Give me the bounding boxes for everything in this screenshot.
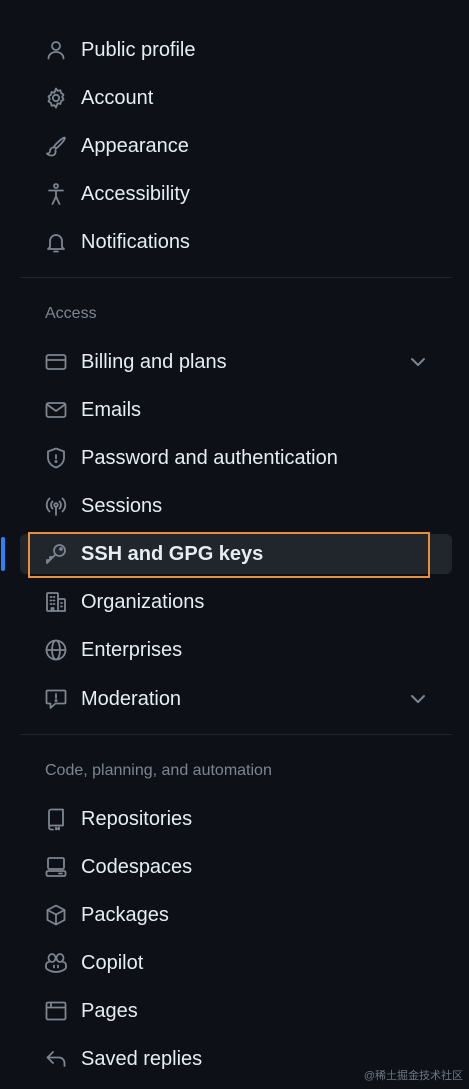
reply-icon — [44, 1047, 68, 1071]
accessibility-icon — [44, 182, 68, 206]
key-icon — [44, 542, 68, 566]
section-title-access: Access — [45, 305, 97, 322]
sidebar-item-repositories[interactable]: Repositories — [20, 799, 452, 839]
sidebar-item-label: Appearance — [81, 135, 189, 157]
sidebar-item-label: Saved replies — [81, 1048, 203, 1070]
sidebar-item-ssh-and-gpg-keys[interactable]: SSH and GPG keys — [20, 534, 452, 574]
gear-icon — [44, 86, 68, 110]
sidebar-item-moderation[interactable]: Moderation — [20, 679, 452, 719]
section-divider — [20, 277, 452, 278]
shield-icon — [44, 446, 68, 470]
sidebar-item-label: Billing and plans — [81, 351, 227, 373]
sidebar-item-label: Codespaces — [81, 856, 193, 878]
sidebar-item-packages[interactable]: Packages — [20, 895, 452, 935]
repo-icon — [44, 807, 68, 831]
section-divider — [20, 734, 452, 735]
sidebar-item-password-and-authentication[interactable]: Password and authentication — [20, 438, 452, 478]
sidebar-item-label: Copilot — [81, 952, 144, 974]
sidebar-item-label: Moderation — [81, 688, 182, 710]
section-title-code-planning-automation: Code, planning, and automation — [45, 762, 272, 779]
codespaces-icon — [44, 855, 68, 879]
browser-icon — [44, 999, 68, 1023]
sidebar-item-public-profile[interactable]: Public profile — [20, 30, 452, 70]
sidebar-item-label: Accessibility — [81, 183, 190, 205]
sidebar-item-label: Pages — [81, 1000, 138, 1022]
sidebar-item-label: SSH and GPG keys — [81, 543, 264, 565]
watermark: @稀土掘金技术社区 — [363, 1070, 463, 1082]
sidebar-item-label: Account — [81, 87, 154, 109]
broadcast-icon — [44, 494, 68, 518]
sidebar-item-label: Public profile — [81, 39, 196, 61]
sidebar-item-codespaces[interactable]: Codespaces — [20, 847, 452, 887]
organization-icon — [44, 590, 68, 614]
active-indicator — [1, 537, 5, 571]
sidebar-item-notifications[interactable]: Notifications — [20, 222, 452, 262]
sidebar-item-appearance[interactable]: Appearance — [20, 126, 452, 166]
sidebar-item-label: Packages — [81, 904, 169, 926]
report-icon — [44, 687, 68, 711]
sidebar-item-sessions[interactable]: Sessions — [20, 486, 452, 526]
sidebar-item-label: Sessions — [81, 495, 163, 517]
sidebar-item-label: Notifications — [81, 231, 190, 253]
sidebar-item-pages[interactable]: Pages — [20, 991, 452, 1031]
sidebar-item-organizations[interactable]: Organizations — [20, 582, 452, 622]
sidebar-item-label: Repositories — [81, 808, 193, 830]
sidebar-item-label: Emails — [81, 399, 142, 421]
copilot-icon — [44, 951, 68, 975]
sidebar-item-accessibility[interactable]: Accessibility — [20, 174, 452, 214]
paintbrush-icon — [44, 134, 68, 158]
package-icon — [44, 903, 68, 927]
sidebar-item-account[interactable]: Account — [20, 78, 452, 118]
sidebar-item-label: Organizations — [81, 591, 205, 613]
globe-icon — [44, 638, 68, 662]
chevron-down-icon[interactable] — [408, 352, 428, 372]
sidebar-item-enterprises[interactable]: Enterprises — [20, 630, 452, 670]
bell-icon — [44, 230, 68, 254]
sidebar-item-emails[interactable]: Emails — [20, 390, 452, 430]
person-icon — [44, 38, 68, 62]
credit-card-icon — [44, 350, 68, 374]
sidebar-item-label: Password and authentication — [81, 447, 338, 469]
mail-icon — [44, 398, 68, 422]
chevron-down-icon[interactable] — [408, 689, 428, 709]
sidebar-item-billing-and-plans[interactable]: Billing and plans — [20, 342, 452, 382]
sidebar-item-copilot[interactable]: Copilot — [20, 943, 452, 983]
sidebar-item-label: Enterprises — [81, 639, 183, 661]
